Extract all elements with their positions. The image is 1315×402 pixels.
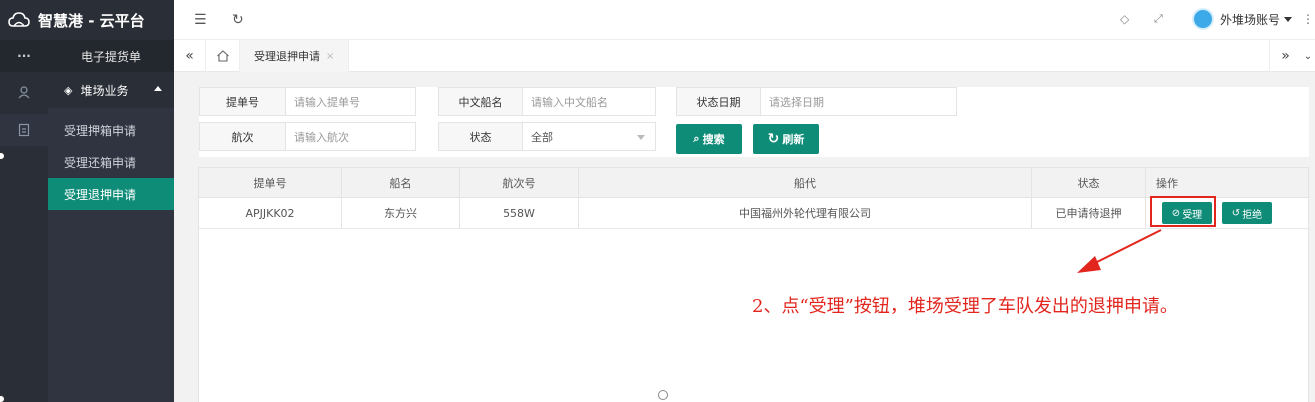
tab-bar: « 受理退押申请 × » ⌄ (174, 40, 1315, 72)
column-header-bill-no[interactable]: 提单号 (199, 168, 342, 198)
fullscreen-icon[interactable]: ⤢ (1154, 12, 1163, 26)
undo-icon: ↺ (1231, 207, 1241, 219)
app-title: 智慧港 - 云平台 (38, 11, 145, 30)
cell-bill-no: APJJKK02 (199, 198, 342, 228)
chevron-up-icon (154, 86, 162, 91)
sidebar-item-ebill[interactable]: 电子提货单 (48, 40, 174, 72)
ship-name-input[interactable]: 请输入中文船名 (522, 87, 656, 116)
status-select-value: 全部 (531, 130, 553, 144)
sidebar-item-accept-refund[interactable]: 受理退押申请 (48, 178, 174, 210)
chevron-down-icon (1284, 16, 1293, 22)
column-header-status[interactable]: 状态 (1032, 168, 1146, 198)
more-vertical-icon[interactable]: ⋮ (1302, 12, 1314, 26)
status-select[interactable]: 全部 (522, 122, 656, 151)
layers-icon: ◈ (64, 83, 73, 97)
tab-close-icon[interactable]: × (326, 51, 334, 62)
top-bar: ☰ ↻ ◇ ⤢ 外堆场账号 ⋮ (174, 0, 1315, 40)
search-icon: ⌕ (693, 132, 700, 145)
menu-toggle-icon[interactable]: ☰ (194, 12, 207, 28)
accept-highlight-box (1150, 196, 1216, 227)
cell-agent: 中国福州外轮代理有限公司 (579, 198, 1032, 228)
tab-scroll-right-icon[interactable]: » (1269, 40, 1301, 72)
app-root: 智慧港 - 云平台 ··· 电子提货单 ◈ 堆场业务 受理押箱申请 受理还箱申请… (0, 0, 1315, 402)
status-label: 状态 (438, 122, 522, 151)
ship-name-label: 中文船名 (438, 87, 522, 116)
bill-no-label: 提单号 (199, 87, 285, 116)
status-date-label: 状态日期 (676, 87, 760, 116)
capture-marker (0, 395, 5, 402)
status-date-input[interactable]: 请选择日期 (760, 87, 957, 116)
tab-label: 受理退押申请 (254, 50, 320, 63)
refresh-icon[interactable]: ↻ (232, 12, 244, 28)
sidebar-group-yard[interactable]: ◈ 堆场业务 (48, 72, 174, 108)
cloud-logo-icon (8, 12, 30, 27)
voyage-input[interactable]: 请输入航次 (285, 122, 416, 151)
brand[interactable]: 智慧港 - 云平台 (0, 0, 174, 40)
tab-accept-refund[interactable]: 受理退押申请 × (240, 40, 350, 72)
data-table: 提单号 船名 航次号 船代 状态 操作 APJJKK02 东方兴 558W 中国… (198, 167, 1309, 402)
column-header-actions: 操作 (1156, 177, 1178, 190)
home-icon[interactable] (206, 40, 240, 72)
sidebar-item-accept-return[interactable]: 受理还箱申请 (48, 146, 174, 178)
voyage-label: 航次 (199, 122, 285, 151)
sidebar-item-accept-deposit[interactable]: 受理押箱申请 (48, 114, 174, 146)
tag-icon[interactable]: ◇ (1120, 12, 1129, 26)
tab-scroll-left-icon[interactable]: « (174, 40, 206, 72)
reject-button-label: 拒绝 (1242, 209, 1263, 221)
column-header-agent[interactable]: 船代 (579, 168, 1032, 198)
column-header-ship[interactable]: 船名 (342, 168, 460, 198)
table-row[interactable]: APJJKK02 东方兴 558W 中国福州外轮代理有限公司 已申请待退押 ⊘ … (199, 198, 1308, 229)
avatar (1192, 8, 1214, 30)
rail-more-button[interactable]: ··· (0, 40, 48, 72)
cell-status: 已申请待退押 (1032, 198, 1146, 228)
refresh-icon: ↻ (767, 131, 780, 147)
refresh-button[interactable]: ↻ 刷新 (753, 124, 819, 154)
chevron-down-icon (637, 135, 645, 140)
account-name: 外堆场账号 (1220, 12, 1281, 27)
tab-menu-chevron-icon[interactable]: ⌄ (1301, 40, 1315, 72)
annotation-text: 2、点“受理”按钮，堆场受理了车队发出的退押申请。 (752, 296, 1178, 317)
cell-voyage: 558W (460, 198, 579, 228)
bill-no-input[interactable]: 请输入提单号 (285, 87, 416, 116)
search-button[interactable]: ⌕ 搜索 (676, 124, 742, 154)
refresh-button-label: 刷新 (782, 133, 805, 146)
user-icon[interactable] (0, 76, 48, 108)
cell-ship: 东方兴 (342, 198, 460, 228)
column-header-voyage[interactable]: 航次号 (460, 168, 579, 198)
table-header: 提单号 船名 航次号 船代 状态 操作 (199, 168, 1308, 198)
account-menu[interactable]: 外堆场账号 ⋮ (1192, 8, 1314, 30)
sidebar-group-label: 堆场业务 (80, 83, 129, 98)
resize-handle[interactable] (658, 390, 668, 400)
annotation-arrow-icon (1077, 229, 1162, 273)
document-icon[interactable] (0, 114, 48, 146)
search-button-label: 搜索 (702, 133, 725, 146)
reject-button[interactable]: ↺ 拒绝 (1222, 202, 1272, 224)
